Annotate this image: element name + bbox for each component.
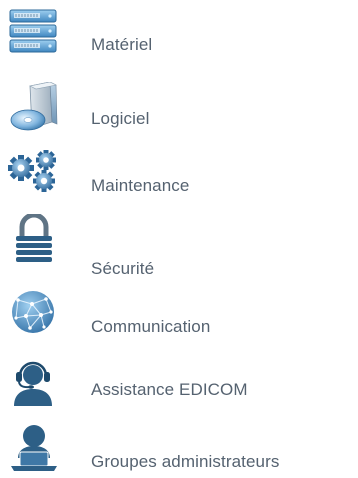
admin-user-laptop-icon [8,422,60,472]
menu-item-logiciel[interactable]: Logiciel [0,82,358,142]
menu-item-maintenance[interactable]: Maintenance [0,150,358,200]
menu-item-label: Sécurité [91,259,155,278]
menu-item-label: Groupes administrateurs [91,452,280,471]
menu-item-securite[interactable]: Sécurité [0,214,358,280]
menu-item-groupes-administrateurs[interactable]: Groupes administrateurs [0,422,358,474]
menu-item-assistance[interactable]: Assistance EDICOM [0,360,358,410]
software-box-cd-icon [8,82,60,132]
menu-item-communication[interactable]: Communication [0,290,358,340]
menu-item-label: Maintenance [91,176,190,195]
menu-item-label: Communication [91,317,211,336]
padlock-icon [8,214,60,264]
menu-item-label: Matériel [91,35,153,54]
headset-support-icon [8,360,60,408]
server-rack-icon [8,8,60,56]
menu-item-materiel[interactable]: Matériel [0,8,358,68]
globe-network-icon [8,290,60,336]
menu-item-label: Logiciel [91,109,150,128]
menu-item-label: Assistance EDICOM [91,380,248,399]
gears-icon [8,150,60,194]
